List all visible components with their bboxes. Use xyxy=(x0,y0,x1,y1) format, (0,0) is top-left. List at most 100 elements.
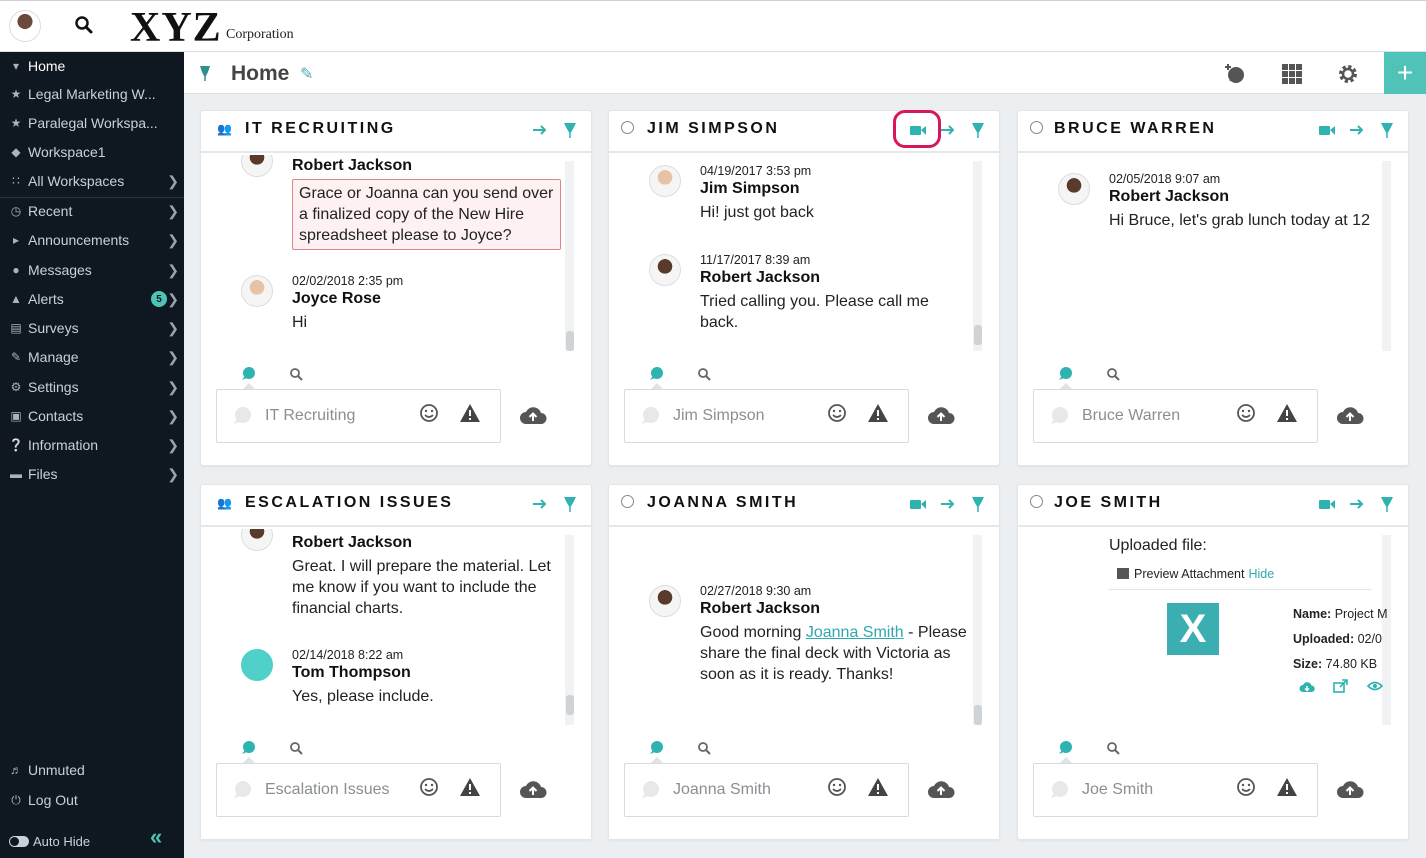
emoji-icon[interactable] xyxy=(1236,777,1256,797)
sidebar-item-files[interactable]: ▬ Files ❯ xyxy=(0,460,184,488)
pin-icon[interactable] xyxy=(1378,121,1396,139)
alert-icon[interactable] xyxy=(459,777,481,797)
message-list[interactable]: 02/27/2018 9:30 am Robert Jackson Good m… xyxy=(609,529,999,727)
video-call-icon[interactable] xyxy=(909,495,927,513)
scrollbar[interactable] xyxy=(1382,535,1391,725)
alert-icon[interactable] xyxy=(867,403,889,423)
sidebar-item-legal-marketing[interactable]: ★ Legal Marketing W... xyxy=(0,80,184,108)
emoji-icon[interactable] xyxy=(827,777,847,797)
sidebar-item-information[interactable]: ❔ Information ❯ xyxy=(0,431,184,459)
scrollbar[interactable] xyxy=(973,161,982,351)
user-avatar[interactable] xyxy=(9,10,41,42)
mention-link[interactable]: Joanna Smith xyxy=(806,624,904,641)
upload-cloud-icon[interactable] xyxy=(1336,404,1364,426)
sidebar-item-manage[interactable]: ✎ Manage ❯ xyxy=(0,343,184,371)
sidebar-item-messages[interactable]: ● Messages ❯ xyxy=(0,256,184,284)
arrow-right-icon[interactable] xyxy=(1348,495,1366,513)
search-tab-icon[interactable] xyxy=(697,367,711,381)
alert-icon[interactable] xyxy=(1276,403,1298,423)
chat-tab-icon[interactable] xyxy=(647,365,665,383)
video-call-icon[interactable] xyxy=(1318,121,1336,139)
arrow-right-icon[interactable] xyxy=(531,495,549,513)
chat-tab-icon[interactable] xyxy=(647,739,665,757)
mute-toggle[interactable]: ♬ Unmuted xyxy=(0,756,184,784)
scrollbar[interactable] xyxy=(1382,161,1391,351)
pin-icon[interactable] xyxy=(969,121,987,139)
scrollbar[interactable] xyxy=(565,161,574,351)
upload-cloud-icon[interactable] xyxy=(519,404,547,426)
search-tab-icon[interactable] xyxy=(289,367,303,381)
alert-icon[interactable] xyxy=(1276,777,1298,797)
gear-icon[interactable] xyxy=(1336,62,1360,86)
alert-icon[interactable] xyxy=(459,403,481,423)
search-tab-icon[interactable] xyxy=(1106,367,1120,381)
emoji-icon[interactable] xyxy=(827,403,847,423)
emoji-icon[interactable] xyxy=(419,777,439,797)
message-input[interactable] xyxy=(1082,779,1222,801)
emoji-icon[interactable] xyxy=(419,403,439,423)
excel-file-icon[interactable]: X xyxy=(1167,603,1219,655)
sidebar-item-alerts[interactable]: ▲ Alerts 5 ❯ xyxy=(0,285,184,313)
message-input[interactable] xyxy=(1082,405,1222,427)
upload-cloud-icon[interactable] xyxy=(519,778,547,800)
pin-icon[interactable] xyxy=(561,495,579,513)
scrollbar-thumb[interactable] xyxy=(566,695,574,715)
message-input[interactable] xyxy=(265,405,405,427)
emoji-icon[interactable] xyxy=(1236,403,1256,423)
sidebar-item-paralegal[interactable]: ★ Paralegal Workspa... xyxy=(0,109,184,137)
sidebar-item-recent[interactable]: ◷ Recent ❯ xyxy=(0,197,184,225)
upload-cloud-icon[interactable] xyxy=(927,778,955,800)
pin-icon[interactable] xyxy=(1378,495,1396,513)
search-tab-icon[interactable] xyxy=(697,741,711,755)
logout-button[interactable]: ⏻ Log Out xyxy=(0,786,184,814)
sidebar-item-all-workspaces[interactable]: ∷ All Workspaces ❯ xyxy=(0,167,184,195)
upload-cloud-icon[interactable] xyxy=(927,404,955,426)
add-button[interactable]: + xyxy=(1384,52,1426,94)
arrow-right-icon[interactable] xyxy=(1348,121,1366,139)
new-chat-icon[interactable] xyxy=(1223,62,1247,86)
chevron-right-icon: ❯ xyxy=(167,408,179,424)
arrow-right-icon[interactable] xyxy=(531,121,549,139)
sidebar-item-announcements[interactable]: ▸ Announcements ❯ xyxy=(0,226,184,254)
message-input[interactable] xyxy=(673,779,813,801)
video-call-icon[interactable] xyxy=(1318,495,1336,513)
chat-tab-icon[interactable] xyxy=(239,739,257,757)
sidebar-item-surveys[interactable]: ▤ Surveys ❯ xyxy=(0,314,184,342)
message-list[interactable]: 02/05/2018 9:07 am Robert Jackson Hi Bru… xyxy=(1018,155,1408,353)
avatar xyxy=(241,529,273,551)
message-input[interactable] xyxy=(265,779,405,801)
collapse-sidebar-icon[interactable]: « xyxy=(150,824,162,850)
grid-icon[interactable] xyxy=(1280,62,1304,86)
scrollbar-thumb[interactable] xyxy=(974,705,982,725)
download-cloud-icon[interactable] xyxy=(1299,679,1315,693)
pin-icon[interactable] xyxy=(969,495,987,513)
message-list[interactable]: Robert Jackson Grace or Joanna can you s… xyxy=(201,155,591,353)
search-tab-icon[interactable] xyxy=(289,741,303,755)
hide-preview-link[interactable]: Hide xyxy=(1248,567,1274,581)
eye-icon[interactable] xyxy=(1367,679,1383,693)
sidebar-item-workspace1[interactable]: ◆ Workspace1 xyxy=(0,138,184,166)
search-icon[interactable] xyxy=(74,15,94,35)
toggle-switch[interactable] xyxy=(9,835,29,847)
share-icon[interactable] xyxy=(1333,679,1349,693)
message-input[interactable] xyxy=(673,405,813,427)
arrow-right-icon[interactable] xyxy=(939,495,957,513)
sidebar-item-contacts[interactable]: ▣ Contacts ❯ xyxy=(0,402,184,430)
chat-tab-icon[interactable] xyxy=(1056,739,1074,757)
arrow-right-icon[interactable] xyxy=(939,121,957,139)
scrollbar-thumb[interactable] xyxy=(974,325,982,345)
upload-cloud-icon[interactable] xyxy=(1336,778,1364,800)
scrollbar[interactable] xyxy=(973,535,982,725)
sidebar-item-home[interactable]: ▾ Home xyxy=(0,52,184,80)
edit-title-icon[interactable]: ✎ xyxy=(300,64,313,84)
chat-tab-icon[interactable] xyxy=(239,365,257,383)
alert-icon[interactable] xyxy=(867,777,889,797)
chat-tab-icon[interactable] xyxy=(1056,365,1074,383)
sidebar-item-settings[interactable]: ⚙ Settings ❯ xyxy=(0,373,184,401)
search-tab-icon[interactable] xyxy=(1106,741,1120,755)
message-list[interactable]: Uploaded file: Preview Attachment Hide X … xyxy=(1018,529,1408,727)
message-list[interactable]: 04/19/2017 3:53 pm Jim Simpson Hi! just … xyxy=(609,155,999,353)
message-list[interactable]: Robert Jackson Great. I will prepare the… xyxy=(201,529,591,727)
scrollbar-thumb[interactable] xyxy=(566,331,574,351)
pin-icon[interactable] xyxy=(561,121,579,139)
